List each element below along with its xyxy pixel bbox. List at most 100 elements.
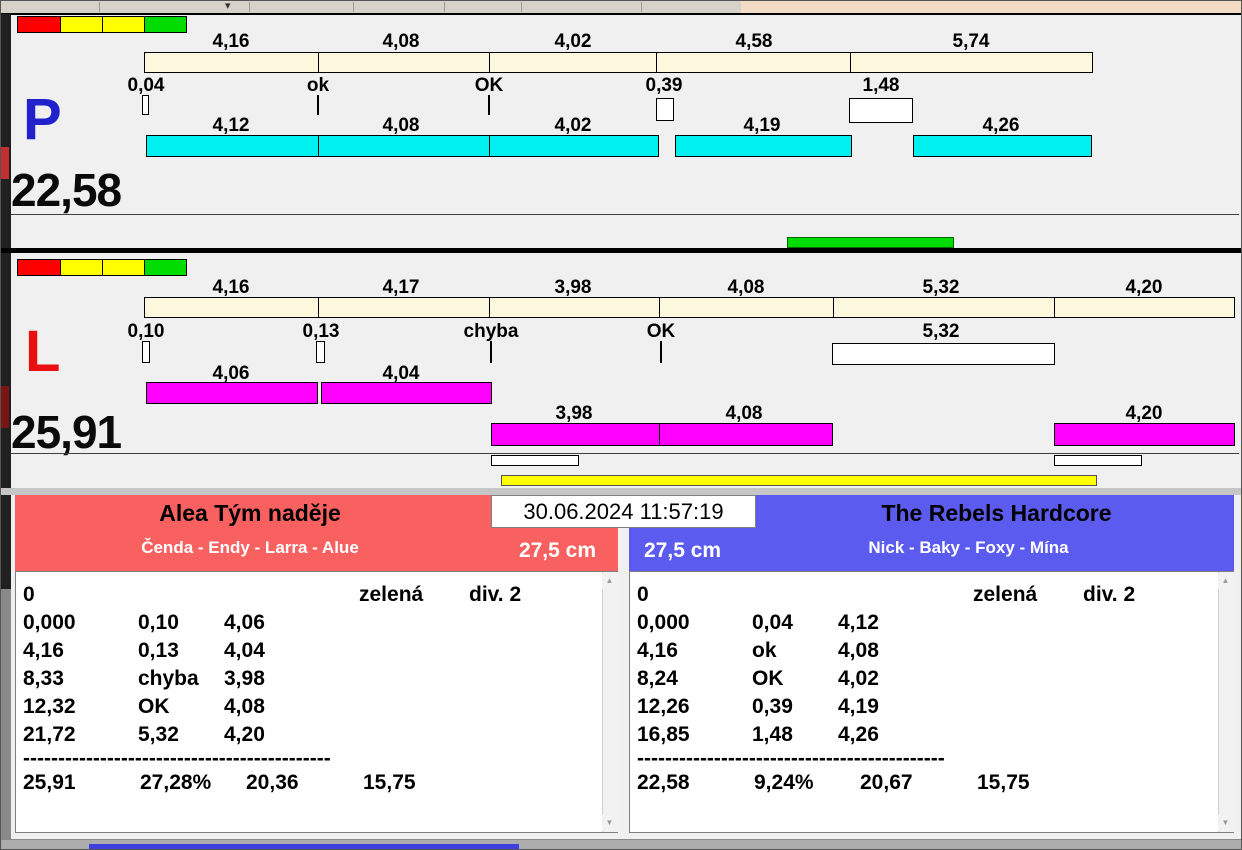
p-subpanel-divider (11, 214, 1239, 215)
left-team-distance: 27,5 cm (518, 539, 596, 562)
scroll-down-icon[interactable]: ▼ (1218, 815, 1233, 831)
l-exchange-label: 5,32 (922, 321, 960, 342)
p-split-time-label: 4,02 (554, 31, 592, 52)
p-split-bar-segment (318, 52, 490, 73)
top-strip-divider (249, 2, 250, 12)
top-strip-divider (641, 2, 642, 12)
p-exchange-label: 1,48 (862, 75, 900, 96)
l-exchange-label: 0,10 (127, 321, 165, 342)
right-log-cell: 0,39 (752, 695, 793, 718)
right-log-cell: 8,24 (637, 667, 678, 690)
l-run-bar-segment (491, 423, 660, 446)
scroll-up-icon[interactable]: ▲ (1218, 573, 1233, 589)
p-exchange-label: 0,04 (127, 75, 165, 96)
right-team-name: The Rebels Hardcore (881, 500, 1112, 526)
p-exchange-label: 0,39 (645, 75, 683, 96)
left-log-cell: 4,04 (224, 639, 265, 662)
left-panel-scrollbar[interactable] (602, 572, 618, 832)
p-split-time-label: 4,08 (382, 31, 420, 52)
lane-l-letter: L (25, 319, 61, 384)
chevron-down-icon[interactable]: ▾ (225, 1, 231, 12)
l-split-time-label: 4,08 (727, 277, 765, 298)
right-log-cell: 16,85 (637, 723, 690, 746)
left-log-cell: 4,20 (224, 723, 265, 746)
top-strip-divider (521, 2, 522, 12)
l-exchange-label: OK (646, 321, 676, 342)
background-window-edge-darkred (1, 386, 9, 428)
right-log-cell: 12,26 (637, 695, 690, 718)
left-results-panel[interactable] (15, 571, 618, 833)
l-split-bar-segment (489, 297, 660, 318)
left-log-cell: 8,33 (23, 667, 64, 690)
left-log-cell: OK (138, 695, 170, 718)
right-log-cell: 4,19 (838, 695, 879, 718)
p-split-time-label: 4,58 (735, 31, 773, 52)
right-log-cell: 4,08 (838, 639, 879, 662)
scroll-up-icon[interactable]: ▲ (602, 573, 617, 589)
l-split-bar-segment (318, 297, 490, 318)
p-progress-bar-green (787, 237, 954, 248)
right-log-cell: 4,02 (838, 667, 879, 690)
right-panel-scrollbar[interactable] (1218, 572, 1234, 832)
p-run-bar-segment (913, 135, 1092, 157)
left-log-cell: 12,32 (23, 695, 76, 718)
section-divider-strip (1, 488, 1241, 495)
l-run-bar-segment (146, 382, 318, 404)
left-log-cell: 5,32 (138, 723, 179, 746)
p-exchange-tick (317, 95, 319, 115)
l-marker-box (491, 455, 579, 466)
right-results-panel[interactable] (629, 571, 1234, 833)
left-log-total: 15,75 (363, 771, 416, 794)
p-exchange-label: ok (306, 75, 330, 96)
l-status-cell-green (144, 259, 187, 276)
l-split-time-label: 4,20 (1125, 277, 1163, 298)
right-team-members: Nick - Baky - Foxy - Mína (868, 538, 1069, 557)
left-log-cell: chyba (138, 667, 199, 690)
right-log-cell: 4,26 (838, 723, 879, 746)
p-exchange-tick (488, 95, 490, 115)
right-log-division: div. 2 (1083, 583, 1136, 606)
l-split-bar-segment (659, 297, 834, 318)
left-log-cell: 0,10 (138, 611, 179, 634)
left-log-start: 0 (23, 583, 35, 606)
right-log-cell: 4,12 (838, 611, 879, 634)
p-exchange-label: OK (474, 75, 504, 96)
p-run-bar-segment (675, 135, 852, 157)
p-split-time-label: 4,16 (212, 31, 250, 52)
lane-p-letter: P (23, 87, 62, 152)
left-log-cell: 4,06 (224, 611, 265, 634)
l-subpanel-divider (11, 453, 1239, 454)
timing-app-window: ▾ 4,16 4,08 4,02 4,58 5,74 0,04 ok OK 0,… (0, 0, 1242, 850)
left-log-division: div. 2 (469, 583, 522, 606)
right-team-distance: 27,5 cm (644, 539, 722, 562)
l-run-time-label: 3,98 (555, 403, 593, 424)
left-log-cell: 4,16 (23, 639, 64, 662)
right-log-cell: 0,04 (752, 611, 793, 634)
l-run-bar-segment (1054, 423, 1235, 446)
l-split-time-label: 5,32 (922, 277, 960, 298)
left-log-total: 20,36 (246, 771, 299, 794)
left-log-cell: 21,72 (23, 723, 76, 746)
left-log-cell: 0,13 (138, 639, 179, 662)
right-log-total: 20,67 (860, 771, 913, 794)
lane-divider (1, 248, 1241, 253)
right-log-color: zelená (973, 583, 1038, 606)
top-strip-divider (353, 2, 354, 12)
left-log-color: zelená (359, 583, 424, 606)
l-split-bar-segment (144, 297, 319, 318)
right-log-total: 9,24% (754, 771, 814, 794)
left-log-separator: ----------------------------------------… (23, 747, 331, 770)
right-log-cell: ok (752, 639, 777, 662)
top-strip-divider (99, 2, 100, 12)
l-split-time-label: 4,16 (212, 277, 250, 298)
p-run-bar-segment (318, 135, 490, 157)
datetime-value: 30.06.2024 11:57:19 (523, 499, 724, 524)
scroll-down-icon[interactable]: ▼ (602, 815, 617, 831)
right-log-cell: 1,48 (752, 723, 793, 746)
left-log-total: 25,91 (23, 771, 76, 794)
l-split-bar-segment (833, 297, 1055, 318)
l-run-time-label: 4,20 (1125, 403, 1163, 424)
l-exchange-label: 0,13 (302, 321, 340, 342)
p-run-time-label: 4,26 (982, 115, 1020, 136)
l-split-bar-segment (1054, 297, 1235, 318)
